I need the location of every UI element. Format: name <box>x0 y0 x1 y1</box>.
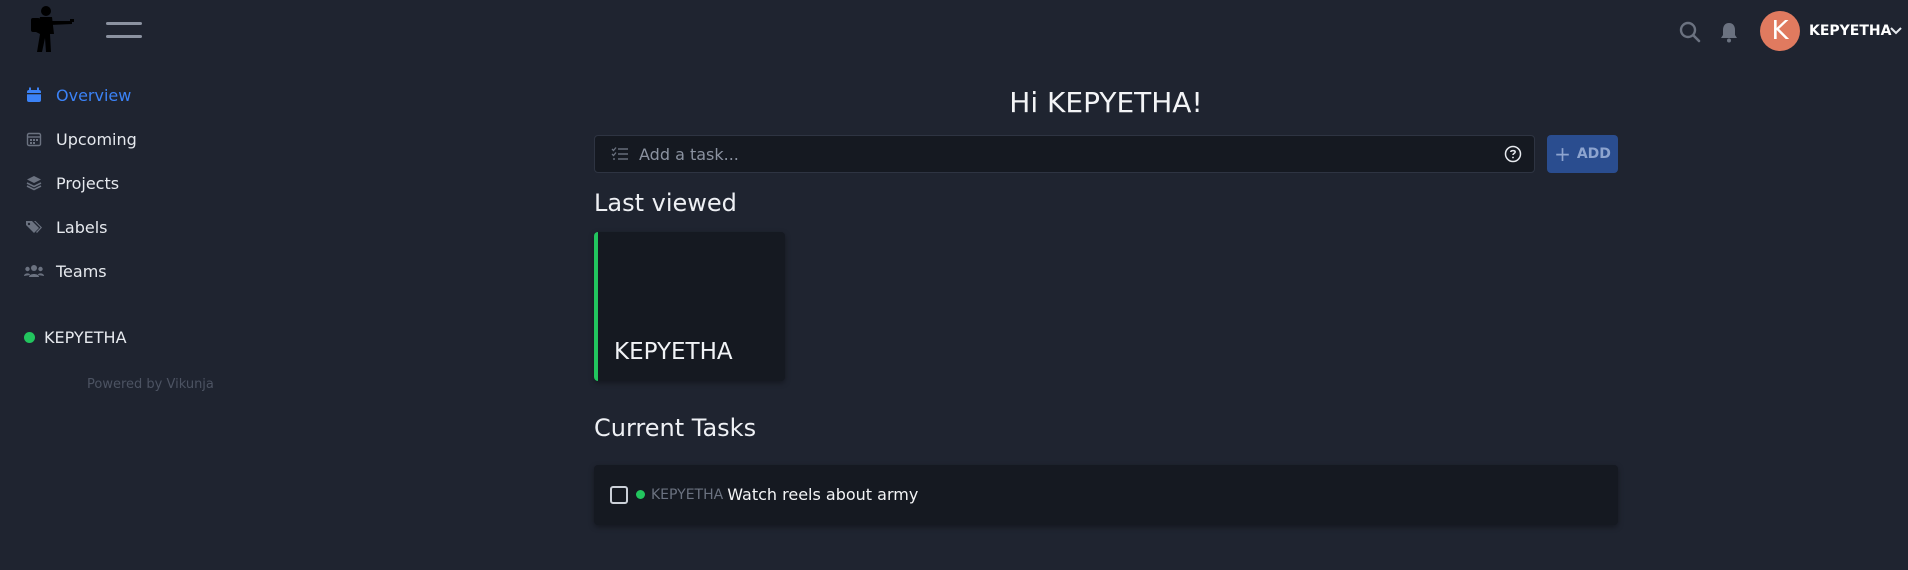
help-icon[interactable] <box>1504 145 1522 163</box>
project-color-dot <box>636 490 645 499</box>
project-color-dot <box>24 332 35 343</box>
sidebar-item-label: Teams <box>56 261 107 281</box>
user-name[interactable]: KEPYETHA <box>1809 23 1891 39</box>
task-list: KEPYETHA Watch reels about army <box>594 465 1618 525</box>
sidebar-item-upcoming[interactable]: Upcoming <box>24 124 137 154</box>
add-button-label: ADD <box>1576 146 1611 162</box>
layers-icon <box>24 173 44 193</box>
tags-icon <box>24 217 44 237</box>
sidebar-item-teams[interactable]: Teams <box>24 256 107 286</box>
task-row: KEPYETHA Watch reels about army <box>610 485 918 504</box>
last-viewed-heading: Last viewed <box>594 189 737 217</box>
add-task-field <box>594 135 1535 173</box>
sidebar-item-label: Overview <box>56 85 132 105</box>
sidebar-item-projects[interactable]: Projects <box>24 168 119 198</box>
sidebar-item-label: Projects <box>56 173 120 193</box>
project-card[interactable]: KEPYETHA <box>594 232 785 381</box>
project-card-title: KEPYETHA <box>614 339 733 365</box>
bell-icon[interactable] <box>1717 20 1741 44</box>
menu-toggle-button[interactable] <box>106 22 142 42</box>
sidebar-item-label: Labels <box>56 217 108 237</box>
current-tasks-heading: Current Tasks <box>594 414 757 442</box>
add-task-input[interactable] <box>639 144 1504 164</box>
soldier-logo[interactable] <box>26 4 78 54</box>
sidebar-item-label: Upcoming <box>56 129 137 149</box>
task-project-label[interactable]: KEPYETHA <box>651 487 723 503</box>
calendar-grid-icon <box>24 129 44 149</box>
add-task-button[interactable]: + ADD <box>1547 135 1618 173</box>
sidebar-item-overview[interactable]: Overview <box>24 80 131 110</box>
top-bar: K KEPYETHA <box>0 0 1908 64</box>
page-title: Hi KEPYETHA! <box>1009 86 1203 119</box>
avatar[interactable]: K <box>1760 11 1800 51</box>
task-title[interactable]: Watch reels about army <box>727 485 918 504</box>
search-icon[interactable] <box>1678 20 1702 44</box>
sidebar-item-labels[interactable]: Labels <box>24 212 108 242</box>
sidebar-project-item[interactable]: KEPYETHA <box>24 328 127 347</box>
calendar-icon <box>24 85 44 105</box>
task-done-checkbox[interactable] <box>610 485 628 504</box>
powered-by-link[interactable]: Powered by Vikunja <box>87 377 214 392</box>
users-icon <box>24 261 44 281</box>
chevron-down-icon[interactable] <box>1889 26 1903 36</box>
sidebar-project-label: KEPYETHA <box>44 328 127 347</box>
list-check-icon <box>611 147 628 160</box>
plus-icon: + <box>1554 142 1571 166</box>
